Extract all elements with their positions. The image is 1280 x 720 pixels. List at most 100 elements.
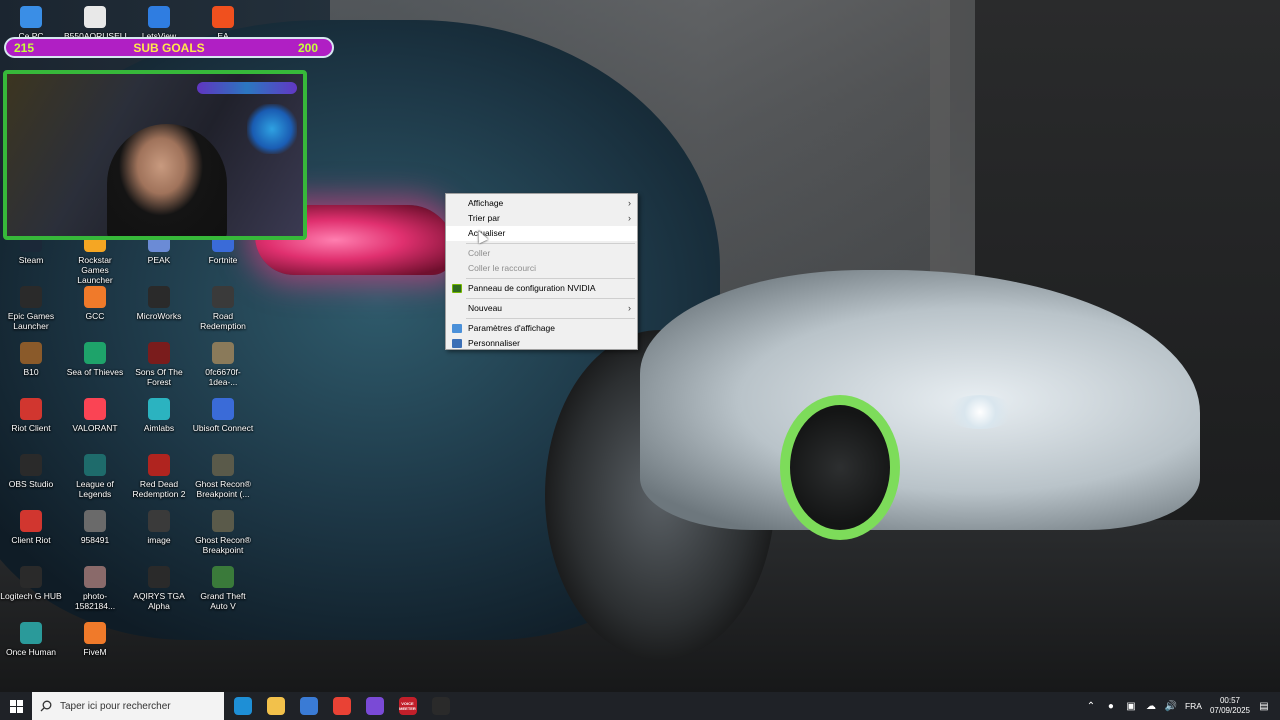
desktop-icon[interactable]: Once Human (0, 622, 62, 657)
desktop-icon[interactable]: Ghost Recon® Breakpoint (192, 510, 254, 555)
desktop-icon[interactable]: 0fc6670f-1dea-... (192, 342, 254, 387)
taskbar-search-box[interactable]: Taper ici pour rechercher (32, 692, 224, 720)
desktop-icon-label: Sons Of The Forest (135, 367, 183, 387)
desktop-icon[interactable]: Road Redemption (192, 286, 254, 331)
desktop-icon[interactable]: Epic Games Launcher (0, 286, 62, 331)
sons-of-the-forest-icon (148, 342, 170, 364)
notification-icon[interactable]: ▤ (1258, 700, 1270, 712)
desktop-icon-label: FiveM (83, 647, 107, 657)
search-placeholder: Taper ici pour rechercher (60, 700, 171, 712)
menu-item-nvidia-panel[interactable]: Panneau de configuration NVIDIA (446, 281, 637, 296)
aimlabs-icon (148, 398, 170, 420)
taskbar-app-button[interactable] (325, 692, 358, 720)
desktop-icon[interactable]: Logitech G HUB (0, 566, 62, 601)
menu-item-label: Panneau de configuration NVIDIA (468, 283, 596, 293)
desktop-icon[interactable]: League of Legends (64, 454, 126, 499)
taskbar-app-button[interactable] (424, 692, 457, 720)
chevron-right-icon: › (628, 213, 631, 223)
desktop-icon[interactable]: image (128, 510, 190, 545)
desktop-icon-label: PEAK (147, 255, 171, 265)
desktop-icon[interactable]: FiveM (64, 622, 126, 657)
desktop-icon-label: Red Dead Redemption 2 (132, 479, 186, 499)
desktop-icon[interactable]: Ghost Recon® Breakpoint (... (192, 454, 254, 499)
once-human-icon (20, 622, 42, 644)
cloud-icon[interactable]: ☁ (1145, 700, 1157, 712)
desktop-icon-label: AQIRYS TGA Alpha (133, 591, 185, 611)
taskbar-clock[interactable]: 00:57 07/09/2025 (1210, 696, 1250, 716)
desktop-icon-label: B10 (23, 367, 39, 377)
taskbar: Taper ici pour rechercher VOICE MEETER ⌃… (0, 692, 1280, 720)
desktop-icon[interactable]: Aimlabs (128, 398, 190, 433)
desktop-icon[interactable]: B550AORUSELI... (64, 6, 134, 41)
app-purple-icon (365, 697, 384, 715)
menu-item-label: Coller (468, 248, 491, 258)
menu-item-label: Affichage (468, 198, 504, 208)
menu-separator (466, 278, 635, 279)
webcam-hex-lights (247, 104, 297, 154)
desktop-icon-label: Riot Client (11, 423, 51, 433)
menu-item-label: Nouveau (468, 303, 503, 313)
desktop-icon[interactable]: AQIRYS TGA Alpha (128, 566, 190, 611)
menu-item-personnaliser[interactable]: Personnaliser (446, 336, 637, 351)
taskbar-app-button[interactable] (226, 692, 259, 720)
speaker-icon[interactable]: 🔊 (1165, 700, 1177, 712)
ghost-recon-icon (212, 454, 234, 476)
desktop-icon[interactable]: B10 (0, 342, 62, 377)
desktop-icon[interactable]: OBS Studio (0, 454, 62, 489)
gcc-icon (84, 286, 106, 308)
chevron-up-icon[interactable]: ⌃ (1085, 700, 1097, 712)
wallpaper-headlight (945, 395, 1015, 429)
menu-item-trier-par[interactable]: Trier par › (446, 211, 637, 226)
file-icon (84, 6, 106, 28)
personalize-icon (452, 339, 462, 348)
desktop-icon[interactable]: VALORANT (64, 398, 126, 433)
microworks-icon (148, 286, 170, 308)
desktop-icon[interactable]: Riot Client (0, 398, 62, 433)
image-file-icon (212, 342, 234, 364)
desktop-icon-label: Aimlabs (143, 423, 175, 433)
desktop-icon-label: Road Redemption (200, 311, 246, 331)
microphone-icon[interactable]: ● (1105, 700, 1117, 712)
webcam-overlay (3, 70, 307, 240)
menu-separator (466, 318, 635, 319)
taskbar-app-button[interactable]: VOICE MEETER (391, 692, 424, 720)
desktop-icon-label: MicroWorks (136, 311, 182, 321)
taskbar-app-button[interactable] (358, 692, 391, 720)
desktop-icon[interactable]: Client Riot (0, 510, 62, 545)
desktop-icon[interactable]: Red Dead Redemption 2 (128, 454, 190, 499)
desktop-icon[interactable]: Grand Theft Auto V (192, 566, 254, 611)
nvidia-icon (452, 284, 462, 293)
network-icon[interactable]: ▣ (1125, 700, 1137, 712)
menu-item-parametres-affichage[interactable]: Paramètres d'affichage (446, 321, 637, 336)
desktop-icon-label: image (147, 535, 171, 545)
desktop-icon-label: Once Human (5, 647, 57, 657)
start-button[interactable] (0, 692, 32, 720)
riot-client-icon (20, 510, 42, 532)
desktop-icon-label: GCC (85, 311, 105, 321)
voice-meeter-icon: VOICE MEETER (398, 697, 417, 715)
desktop-icon[interactable]: LetsView (128, 6, 190, 41)
language-indicator[interactable]: FRA (1185, 701, 1202, 711)
desktop-icon-label: Fortnite (208, 255, 238, 265)
ghost-recon-icon (212, 510, 234, 532)
road-redemption-icon (212, 286, 234, 308)
gta-icon (212, 566, 234, 588)
display-settings-icon (452, 324, 462, 333)
letsview-icon (148, 6, 170, 28)
desktop-icon[interactable]: EA (192, 6, 254, 41)
desktop-icon[interactable]: 958491 (64, 510, 126, 545)
menu-item-label: Personnaliser (468, 338, 520, 348)
desktop-icon[interactable]: Ubisoft Connect (192, 398, 254, 433)
desktop-icon[interactable]: GCC (64, 286, 126, 321)
menu-item-nouveau[interactable]: Nouveau › (446, 301, 637, 316)
desktop-icon[interactable]: Sea of Thieves (64, 342, 126, 377)
menu-item-affichage[interactable]: Affichage › (446, 196, 637, 211)
taskbar-app-button[interactable] (292, 692, 325, 720)
taskbar-app-button[interactable] (259, 692, 292, 720)
desktop-icon[interactable]: Ce PC (0, 6, 62, 41)
desktop-icon[interactable]: photo-1582184... (64, 566, 126, 611)
desktop-icon-label: Ubisoft Connect (192, 423, 254, 433)
desktop-icon[interactable]: Sons Of The Forest (128, 342, 190, 387)
desktop-icon-label: Ghost Recon® Breakpoint (... (195, 479, 251, 499)
desktop-icon[interactable]: MicroWorks (128, 286, 190, 321)
